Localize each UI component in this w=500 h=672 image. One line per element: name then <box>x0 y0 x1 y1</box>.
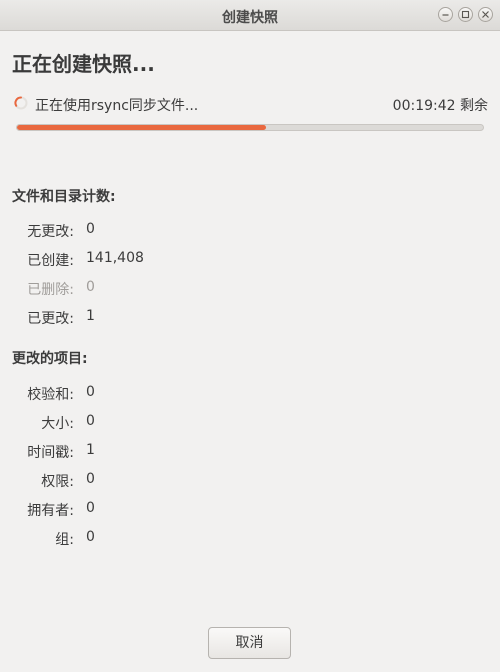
cancel-button[interactable]: 取消 <box>208 627 291 659</box>
maximize-button[interactable] <box>458 7 473 22</box>
stat-value: 1 <box>86 308 95 324</box>
stat-row-owner: 拥有者: 0 <box>0 500 300 520</box>
stat-value: 0 <box>86 413 95 429</box>
stat-row-modified: 已更改: 1 <box>0 308 300 328</box>
window-title: 创建快照 <box>222 10 278 26</box>
stat-label: 时间戳: <box>27 445 74 461</box>
stat-label: 权限: <box>41 474 74 490</box>
stat-row-deleted: 已删除: 0 <box>0 279 300 299</box>
stat-value: 0 <box>86 221 95 237</box>
stat-label: 校验和: <box>27 387 74 403</box>
progress-bar <box>16 124 484 131</box>
stat-row-created: 已创建: 141,408 <box>0 250 300 270</box>
minimize-icon <box>442 14 449 16</box>
stat-label: 已删除: <box>27 282 74 298</box>
stat-row-permissions: 权限: 0 <box>0 471 300 491</box>
stat-label: 已更改: <box>27 311 74 327</box>
stat-value: 0 <box>86 500 95 516</box>
time-remaining: 00:19:42 剩余 <box>392 98 488 114</box>
stat-row-unchanged: 无更改: 0 <box>0 221 300 241</box>
stat-value: 1 <box>86 442 95 458</box>
spinner-icon <box>14 96 28 110</box>
stat-row-size: 大小: 0 <box>0 413 300 433</box>
stat-label: 大小: <box>41 416 74 432</box>
stat-row-checksum: 校验和: 0 <box>0 384 300 404</box>
stat-row-group: 组: 0 <box>0 529 300 549</box>
maximize-icon <box>461 10 470 19</box>
changed-items-title: 更改的项目: <box>12 351 88 367</box>
stat-value: 0 <box>86 529 95 545</box>
file-counts-title: 文件和目录计数: <box>12 189 116 205</box>
close-icon <box>482 11 489 18</box>
stat-row-timestamp: 时间戳: 1 <box>0 442 300 462</box>
minimize-button[interactable] <box>438 7 453 22</box>
page-title: 正在创建快照... <box>12 52 155 76</box>
title-bar: 创建快照 <box>0 0 500 31</box>
stat-value: 0 <box>86 279 95 295</box>
status-text: 正在使用rsync同步文件... <box>35 98 199 114</box>
stat-value: 0 <box>86 384 95 400</box>
stat-label: 已创建: <box>27 253 74 269</box>
stat-label: 组: <box>55 532 74 548</box>
stat-label: 无更改: <box>27 224 74 240</box>
close-button[interactable] <box>478 7 493 22</box>
progress-fill <box>17 125 267 130</box>
stat-value: 0 <box>86 471 95 487</box>
stat-label: 拥有者: <box>27 503 74 519</box>
stat-value: 141,408 <box>86 250 144 266</box>
